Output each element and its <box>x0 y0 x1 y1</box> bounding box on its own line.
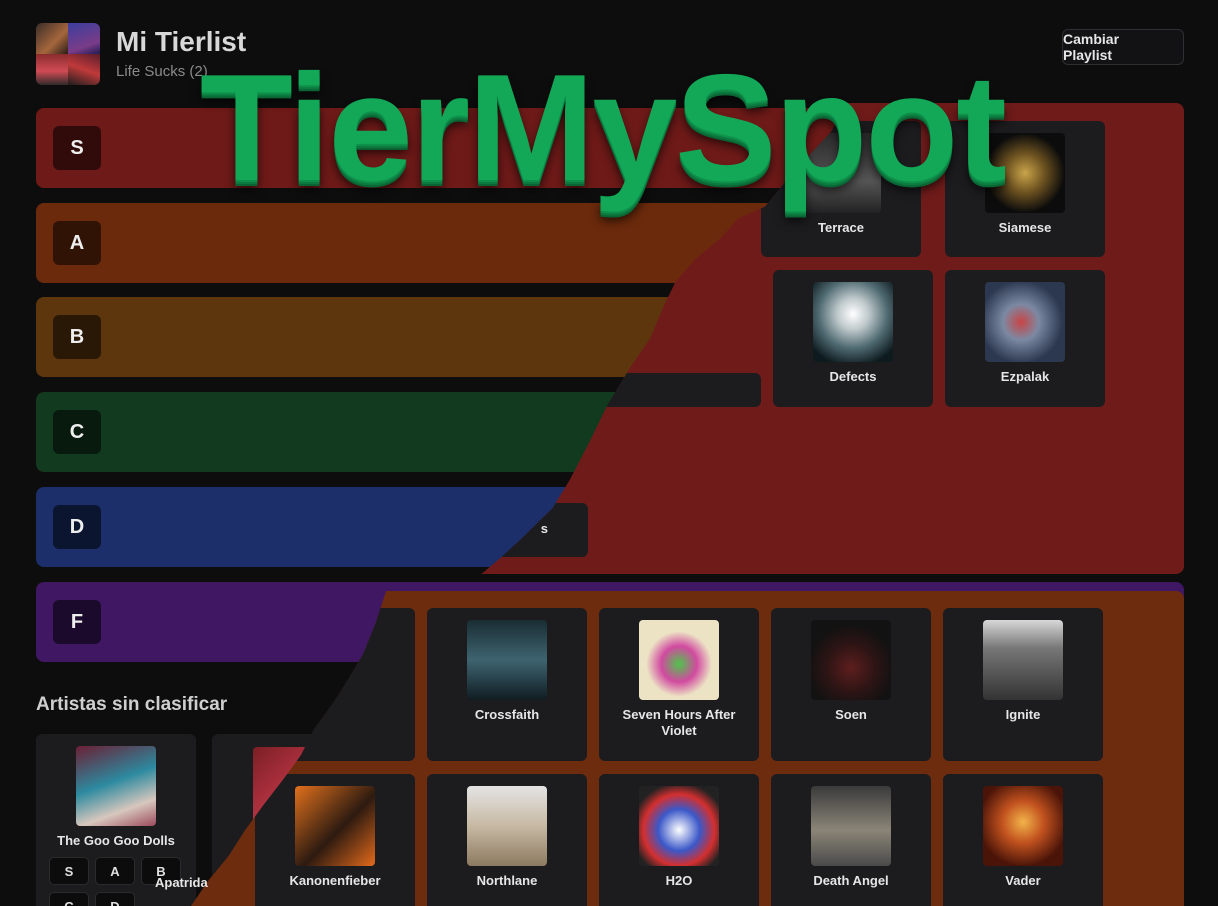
artist-name: Death Angel <box>813 873 889 888</box>
page-title: Mi Tierlist <box>116 26 247 57</box>
album-art <box>983 786 1063 866</box>
artist-name: Kanonenfieber <box>289 873 381 888</box>
tier-label-f: F <box>53 600 101 644</box>
artist-name: Ignite <box>1005 707 1041 722</box>
artist-name: H2O <box>665 873 693 888</box>
artist-name: Northlane <box>476 873 538 888</box>
tier-label-b: B <box>53 315 101 359</box>
partial-artist-name: Apatrida <box>155 875 208 890</box>
album-art <box>983 620 1063 700</box>
artist-card-kanonenfieber[interactable]: Kanonenfieber <box>255 774 415 906</box>
album-art <box>985 133 1065 213</box>
album-art <box>295 786 375 866</box>
artist-name: Vader <box>1005 873 1041 888</box>
artist-card-siamese[interactable]: Siamese <box>945 121 1105 257</box>
artist-card-ezpalak[interactable]: Ezpalak <box>945 270 1105 407</box>
album-art <box>811 786 891 866</box>
assign-tier-s-button[interactable]: S <box>49 857 89 885</box>
tier-label-a: A <box>53 221 101 265</box>
artist-name: Defects <box>829 369 877 384</box>
playlist-cover <box>36 23 100 85</box>
album-art <box>467 620 547 700</box>
artist-card-defects[interactable]: Defects <box>773 270 933 407</box>
album-art <box>639 620 719 700</box>
album-art <box>639 786 719 866</box>
tier-label-c: C <box>53 410 101 454</box>
artist-name: The Goo Goo Dolls <box>57 833 175 848</box>
album-art <box>811 620 891 700</box>
artist-card-ignite[interactable]: Ignite <box>943 608 1103 761</box>
artist-name: Crossfaith <box>474 707 540 722</box>
tier-label-s: S <box>53 126 101 170</box>
artist-card-death-angel[interactable]: Death Angel <box>771 774 931 906</box>
unranked-section-title: Artistas sin clasificar <box>36 694 228 715</box>
artist-card-h2o[interactable]: H2O <box>599 774 759 906</box>
album-art <box>985 282 1065 362</box>
artist-card-seven-hours-after-violet[interactable]: Seven Hours After Violet <box>599 608 759 761</box>
artist-card-northlane[interactable]: Northlane <box>427 774 587 906</box>
artist-name: Ezpalak <box>1000 369 1050 384</box>
tier-label-d: D <box>53 505 101 549</box>
assign-tier-a-button[interactable]: A <box>95 857 135 885</box>
album-art <box>467 786 547 866</box>
artist-card-crossfaith[interactable]: Crossfaith <box>427 608 587 761</box>
assign-tier-d-button[interactable]: D <box>95 892 135 906</box>
artist-name: Terrace <box>817 220 864 235</box>
change-playlist-button[interactable]: Cambiar Playlist <box>1062 29 1184 65</box>
artist-card-vader[interactable]: Vader <box>943 774 1103 906</box>
album-art <box>813 282 893 362</box>
artist-name: Soen <box>835 707 867 722</box>
assign-tier-c-button[interactable]: C <box>49 892 89 906</box>
app-root: Mi Tierlist Life Sucks (2) Cambiar Playl… <box>0 0 1218 906</box>
partial-artist-name: s <box>540 521 548 536</box>
artist-card-soen[interactable]: Soen <box>771 608 931 761</box>
album-art <box>76 746 156 826</box>
artist-name: Seven Hours After Violet <box>622 707 736 738</box>
artist-name: Siamese <box>998 220 1052 235</box>
playlist-subtitle: Life Sucks (2) <box>116 63 208 80</box>
